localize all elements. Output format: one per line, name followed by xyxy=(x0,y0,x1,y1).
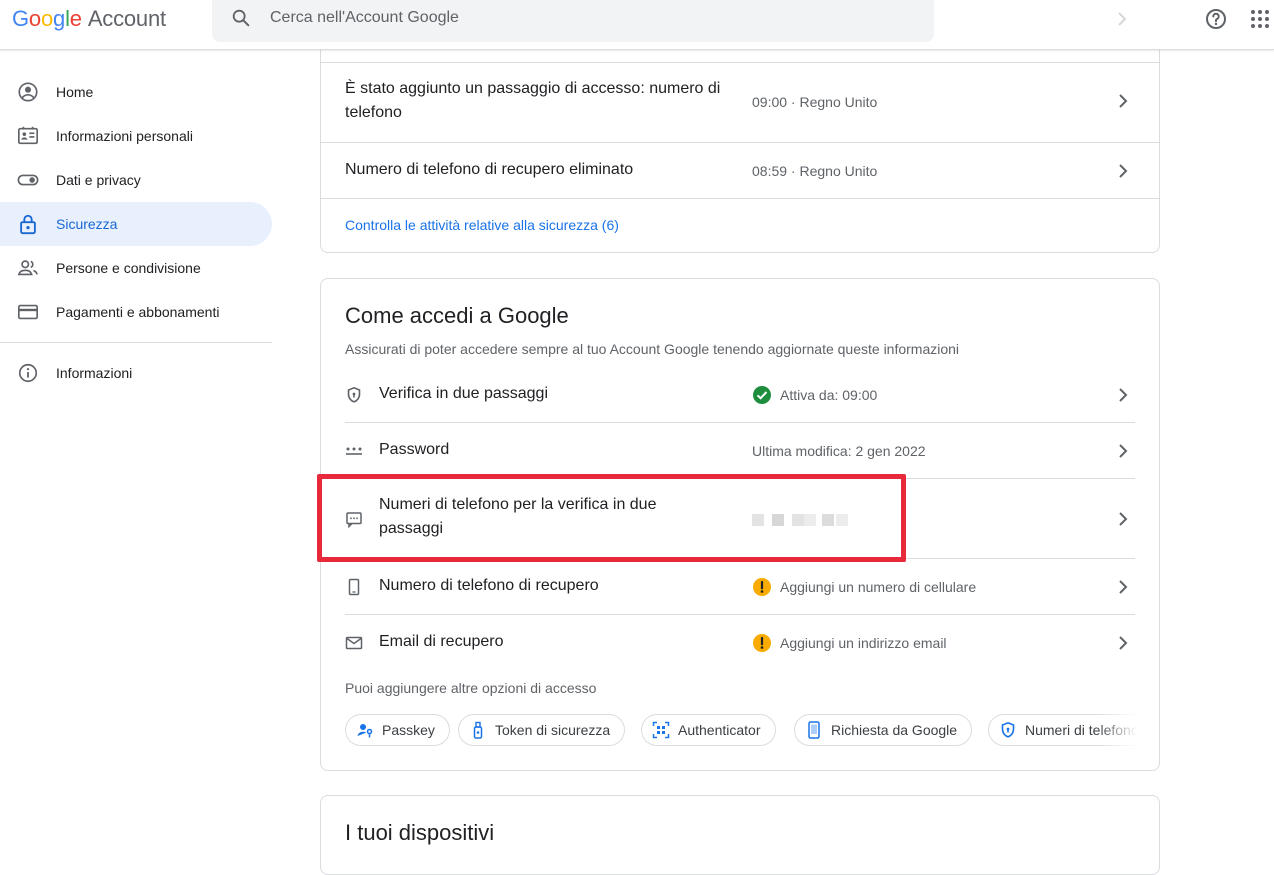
redacted-phone-number xyxy=(752,514,852,528)
chip-label: Passkey xyxy=(382,722,435,738)
chevron-right-icon xyxy=(1119,512,1128,526)
sidebar-item-label: Informazioni personali xyxy=(56,128,193,144)
qr-scan-icon xyxy=(652,721,670,739)
sidebar-item-label: Sicurezza xyxy=(56,216,118,232)
sidebar-nav: Home Informazioni personali Dati e priva… xyxy=(0,70,272,395)
help-icon[interactable] xyxy=(1204,7,1228,31)
devices-card: I tuoi dispositivi xyxy=(320,795,1160,875)
review-security-activity-link[interactable]: Controlla le attività relative alla sicu… xyxy=(345,217,619,233)
sidebar-item-label: Home xyxy=(56,84,94,100)
sidebar-item-about[interactable]: Informazioni xyxy=(0,351,272,395)
chip-google-prompt[interactable]: Richiesta da Google xyxy=(794,714,973,746)
row-status-text: Ultima modifica: 2 gen 2022 xyxy=(752,443,926,459)
security-key-icon xyxy=(473,721,483,739)
sidebar-item-home[interactable]: Home xyxy=(0,70,272,114)
passkey-icon xyxy=(357,724,373,738)
more-options-label: Puoi aggiungere altre opzioni di accesso xyxy=(345,680,597,696)
sidebar-item-data-privacy[interactable]: Dati e privacy xyxy=(0,158,272,202)
chip-label: Authenticator xyxy=(678,722,761,738)
row-label: Verifica in due passaggi xyxy=(379,385,548,402)
row-status-text: Attiva da: 09:00 xyxy=(780,387,878,403)
mail-icon xyxy=(345,636,363,650)
top-bar: Go o g l e Account Cerca nell'Account Google xyxy=(0,0,1274,50)
shield-icon xyxy=(1001,721,1015,738)
row-status-text: Aggiungi un indirizzo email xyxy=(780,635,947,651)
password-dots-icon xyxy=(346,447,362,455)
chip-label: Token di sicurezza xyxy=(495,722,611,738)
row-label: Email di recupero xyxy=(379,633,504,650)
info-icon xyxy=(18,363,38,383)
sidebar-divider xyxy=(0,342,272,343)
recovery-email-row[interactable]: Email di recupero Aggiungi un indirizzo … xyxy=(345,615,1135,671)
chevron-right-icon xyxy=(1119,580,1128,594)
lock-icon xyxy=(20,214,36,235)
chevron-right-icon xyxy=(1119,388,1128,402)
sidebar-item-personal-info[interactable]: Informazioni personali xyxy=(0,114,272,158)
search-box[interactable]: Cerca nell'Account Google xyxy=(212,0,934,42)
shield-icon xyxy=(347,386,361,403)
people-icon xyxy=(17,260,38,276)
sidebar-item-security[interactable]: Sicurezza xyxy=(0,202,272,246)
signin-methods-card: Come accedi a Google Assicurati di poter… xyxy=(320,278,1160,771)
recovery-phone-row[interactable]: Numero di telefono di recupero Aggiungi … xyxy=(345,559,1135,615)
check-circle-icon xyxy=(753,386,771,404)
google-account-logo[interactable]: Go o g l e Account xyxy=(12,6,166,32)
phone-icon xyxy=(348,578,360,596)
two-step-verification-row[interactable]: Verifica in due passaggi Attiva da: 09:0… xyxy=(345,367,1135,423)
id-card-icon xyxy=(18,126,38,145)
row-status: Aggiungi un indirizzo email xyxy=(752,633,947,653)
row-status: Aggiungi un numero di cellulare xyxy=(752,577,976,597)
warning-icon xyxy=(753,634,771,652)
activity-row[interactable]: È stato aggiunto un passaggio di accesso… xyxy=(321,63,1159,143)
chip-label: Richiesta da Google xyxy=(831,722,958,738)
chevron-right-icon xyxy=(1119,444,1128,458)
row-label: Numero di telefono di recupero xyxy=(379,577,599,594)
sidebar-item-label: Dati e privacy xyxy=(56,172,141,188)
chevron-right-icon xyxy=(1118,12,1127,26)
credit-card-icon xyxy=(18,304,38,320)
password-row[interactable]: Password Ultima modifica: 2 gen 2022 xyxy=(345,423,1135,479)
chip-passkey[interactable]: Passkey xyxy=(345,714,450,746)
sidebar-item-people-sharing[interactable]: Persone e condivisione xyxy=(0,246,272,290)
toggle-icon xyxy=(17,174,39,186)
apps-icon[interactable] xyxy=(1249,8,1271,30)
sidebar-item-label: Pagamenti e abbonamenti xyxy=(56,304,220,320)
warning-icon xyxy=(753,578,771,596)
section-title: I tuoi dispositivi xyxy=(345,820,495,845)
section-subtitle: Assicurati di poter accedere sempre al t… xyxy=(345,341,960,357)
activity-meta: 08:59 · Regno Unito xyxy=(752,163,878,179)
sms-icon xyxy=(346,512,362,528)
two-step-phone-numbers-row[interactable]: Numeri di telefono per la verifica in du… xyxy=(345,479,1135,559)
sidebar-item-label: Persone e condivisione xyxy=(56,260,201,276)
section-title: Come accedi a Google xyxy=(345,303,569,328)
account-circle-icon xyxy=(18,82,38,102)
chevron-right-icon xyxy=(1119,636,1128,650)
chip-security-key[interactable]: Token di sicurezza xyxy=(458,714,626,746)
activity-title: Numero di telefono di recupero eliminato xyxy=(345,161,634,178)
phone-prompt-icon xyxy=(808,721,820,739)
activity-title: È stato aggiunto un passaggio di accesso… xyxy=(345,80,721,121)
sidebar-item-payments[interactable]: Pagamenti e abbonamenti xyxy=(0,290,272,334)
row-status-text: Aggiungi un numero di cellulare xyxy=(780,579,977,595)
chevron-right-icon xyxy=(1119,94,1128,108)
row-label: Numeri di telefono per la verifica in du… xyxy=(379,496,657,537)
search-icon xyxy=(232,9,250,27)
row-label: Password xyxy=(379,441,450,458)
chevron-right-icon xyxy=(1119,164,1128,178)
search-input[interactable]: Cerca nell'Account Google xyxy=(270,9,459,27)
chip-authenticator[interactable]: Authenticator xyxy=(641,714,776,746)
activity-row[interactable]: Numero di telefono di recupero eliminato… xyxy=(321,143,1159,199)
row-status: Attiva da: 09:00 xyxy=(752,385,877,405)
activity-meta: 09:00 · Regno Unito xyxy=(752,94,878,110)
sidebar-item-label: Informazioni xyxy=(56,365,133,381)
signin-options-chips: Passkey Token di sicurezza Authenticator… xyxy=(345,714,1137,748)
chips-fade-overlay xyxy=(1097,714,1137,748)
